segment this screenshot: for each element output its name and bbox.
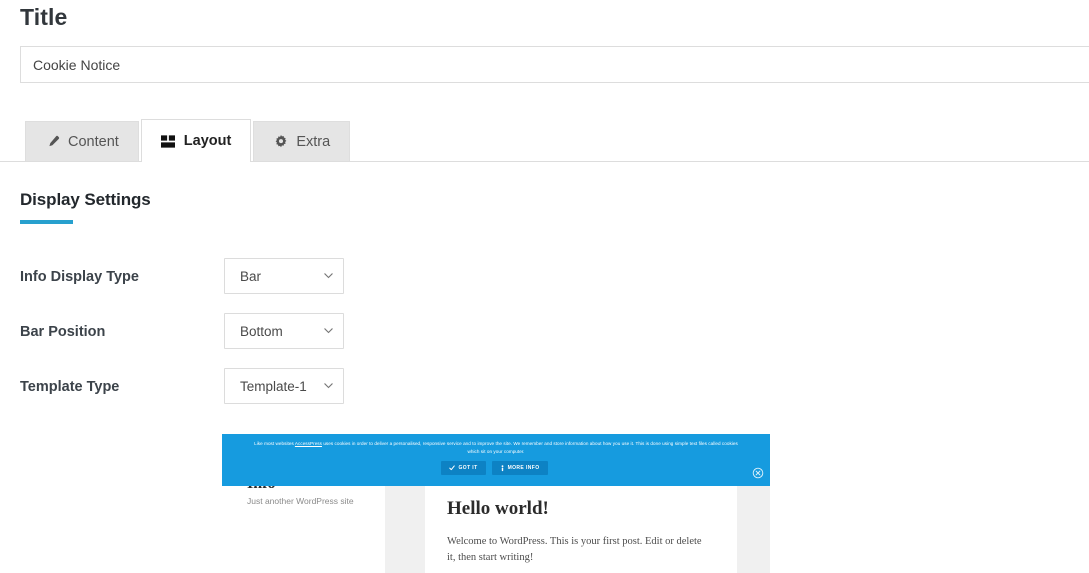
template-type-field: Template-1 (224, 368, 344, 404)
page-title: Title (20, 4, 68, 30)
tab-extra-label: Extra (296, 134, 331, 150)
display-settings-heading-text: Display Settings (20, 190, 151, 209)
chevron-down-icon (323, 380, 334, 391)
setting-row-info-display-type: Info Display Type Bar (0, 258, 1089, 313)
check-icon (449, 465, 456, 471)
tab-content-label: Content (68, 134, 119, 150)
info-icon (500, 464, 505, 472)
preview-post-title: Hello world! (447, 498, 549, 519)
tab-extra[interactable]: Extra (253, 121, 351, 162)
bar-position-field: Bottom (224, 313, 344, 349)
display-settings-form: Info Display Type Bar Bar Position Botto… (0, 258, 1089, 423)
bar-position-label: Bar Position (20, 324, 106, 340)
heading-accent-rule (20, 220, 73, 224)
preview-post-body: Welcome to WordPress. This is your first… (447, 536, 702, 563)
cookie-notice-bar: Like most websites AccessPress uses cook… (222, 434, 770, 486)
info-display-type-field: Bar (224, 258, 344, 294)
setting-row-bar-position: Bar Position Bottom (0, 313, 1089, 368)
display-settings-heading: Display Settings (20, 190, 151, 224)
settings-page: Title Content (0, 0, 1089, 573)
cookie-notice-actions: GOT IT MORE INFO (222, 461, 767, 475)
cookie-message-before-link: Like most websites (254, 441, 295, 446)
info-display-type-select[interactable]: Bar (224, 258, 344, 294)
setting-row-template-type: Template Type Template-1 (0, 368, 1089, 423)
template-type-value: Template-1 (240, 378, 307, 394)
cookie-notice-message: Like most websites AccessPress uses cook… (248, 440, 744, 456)
info-display-type-value: Bar (240, 268, 262, 284)
close-circle-icon[interactable] (752, 467, 764, 479)
more-info-button[interactable]: MORE INFO (491, 461, 548, 475)
cookie-policy-link[interactable]: AccessPress (295, 441, 322, 446)
more-info-label: MORE INFO (507, 465, 540, 471)
bar-position-select[interactable]: Bottom (224, 313, 344, 349)
tab-layout-label: Layout (183, 133, 232, 149)
preview-column-right (737, 485, 770, 573)
tab-content[interactable]: Content (25, 121, 139, 162)
preview-site-tagline: Just another WordPress site (247, 496, 354, 506)
got-it-label: GOT IT (458, 465, 478, 471)
template-type-select[interactable]: Template-1 (224, 368, 344, 404)
preview-column-left (385, 485, 425, 573)
template-preview: Info Just another WordPress site Hello w… (222, 434, 770, 573)
chevron-down-icon (323, 325, 334, 336)
grid-icon (161, 134, 176, 149)
pencil-icon (45, 135, 60, 150)
info-display-type-label: Info Display Type (20, 269, 139, 285)
tab-strip: Content Layout Extra (25, 119, 352, 163)
title-input[interactable] (20, 46, 1089, 83)
bar-position-value: Bottom (240, 323, 283, 339)
title-input-wrapper (20, 46, 1089, 83)
tab-bar: Content Layout Extra (0, 119, 1089, 163)
gear-icon (273, 135, 288, 150)
tab-layout[interactable]: Layout (140, 119, 252, 163)
template-type-label: Template Type (20, 379, 120, 395)
chevron-down-icon (323, 270, 334, 281)
cookie-message-after-link: uses cookies in order to deliver a perso… (322, 441, 738, 455)
got-it-button[interactable]: GOT IT (441, 461, 486, 475)
